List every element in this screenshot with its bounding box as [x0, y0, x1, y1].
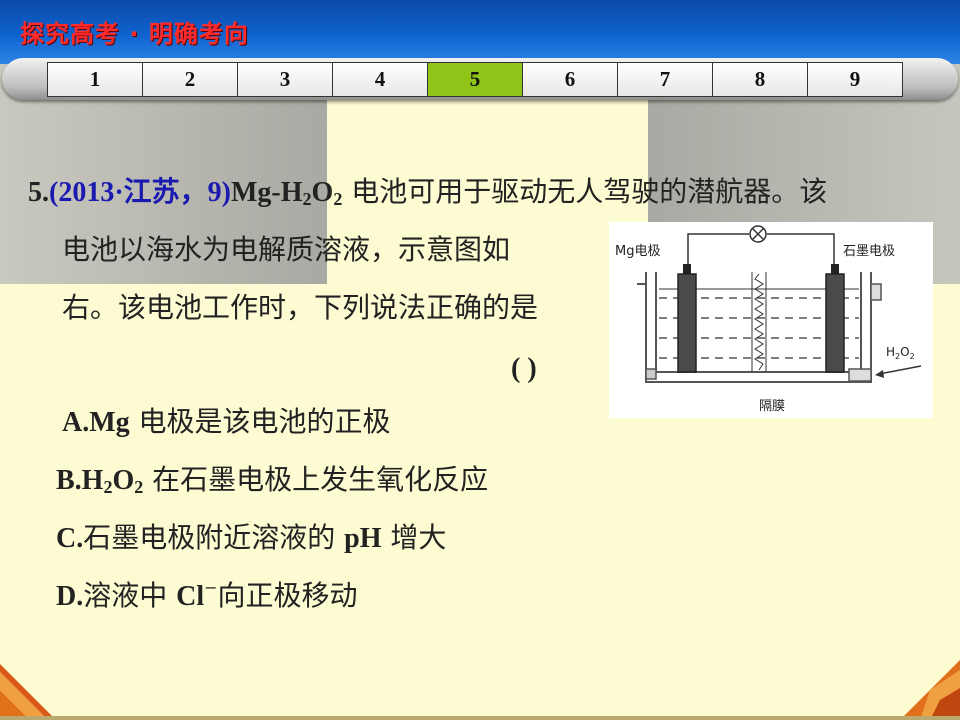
membrane [751, 272, 767, 372]
graphite-electrode [825, 273, 845, 373]
question-stem-line-3: 右。该电池工作时，下列说法正确的是 [62, 291, 539, 324]
lamp-icon [749, 225, 767, 243]
graphite-electrode-label: 石墨电极 [843, 244, 895, 259]
question-number: 5. [28, 177, 49, 208]
option-d[interactable]: D.溶液中 Cl−向正极移动 [56, 580, 358, 611]
question-stem-line-2: 电池以海水为电解质溶液，示意图如 [62, 233, 511, 266]
option-a[interactable]: A.Mg 电极是该电池的正极 [62, 408, 391, 437]
mg-electrode [677, 273, 697, 373]
question-source: (2013·江苏，9) [49, 177, 231, 208]
corner-decoration-left [0, 664, 56, 720]
answer-blank: ( ) [511, 353, 537, 384]
battery-diagram-svg: Mg电极 石墨电极 隔膜 H2O2 [615, 225, 922, 414]
option-c[interactable]: C.石墨电极附近溶液的 pH 增大 [56, 524, 446, 553]
question-stem-line-1: 5.(2013·江苏，9)Mg-H2O2 电池可用于驱动无人驾驶的潜航器。该 [28, 175, 828, 209]
bottom-strip [0, 716, 960, 720]
formula-mg-h2o2: Mg-H2O2 [231, 177, 343, 209]
stem-text-1: 电池可用于驱动无人驾驶的潜航器。该 [342, 175, 828, 208]
corner-decoration-right [900, 660, 960, 720]
option-b[interactable]: B.H2O2 在石墨电极上发生氧化反应 [56, 466, 488, 497]
membrane-label: 隔膜 [759, 399, 785, 414]
battery-diagram: Mg电极 石墨电极 隔膜 H2O2 [609, 222, 933, 418]
mg-electrode-label: Mg电极 [615, 244, 660, 259]
h2o2-inlet-label: H2O2 [886, 345, 915, 361]
